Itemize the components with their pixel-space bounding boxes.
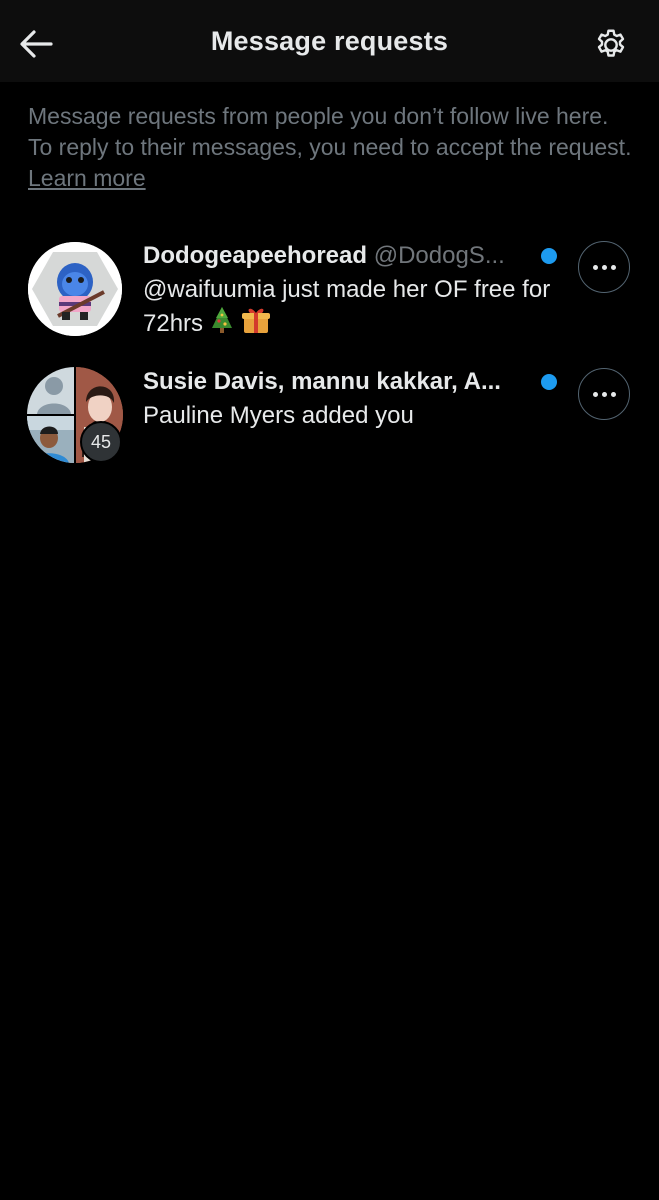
avatar[interactable] bbox=[28, 242, 122, 336]
settings-button[interactable] bbox=[588, 22, 634, 68]
info-description: Message requests from people you don’t f… bbox=[28, 103, 632, 160]
default-profile-icon bbox=[37, 377, 71, 414]
request-title: Dodogeapeehoread @DodogS... bbox=[143, 240, 523, 272]
info-text: Message requests from people you don’t f… bbox=[28, 101, 638, 194]
gift-icon bbox=[242, 308, 271, 333]
avatar-image bbox=[28, 242, 122, 336]
more-options-button[interactable] bbox=[578, 368, 630, 420]
message-preview: @waifuumia just made her OF free for 72h… bbox=[143, 273, 553, 340]
top-bar: Message requests bbox=[0, 0, 659, 82]
learn-more-link[interactable]: Learn more bbox=[28, 165, 146, 191]
participant-photo bbox=[27, 416, 74, 463]
more-icon bbox=[592, 391, 616, 397]
unread-indicator bbox=[541, 248, 557, 264]
unread-indicator bbox=[541, 374, 557, 390]
more-icon bbox=[592, 264, 616, 270]
participant-avatar-default bbox=[27, 367, 74, 414]
participant-avatar-photo bbox=[27, 416, 74, 463]
christmas-tree-icon bbox=[212, 307, 233, 333]
message-text: @waifuumia just made her OF free for 72h… bbox=[143, 276, 551, 337]
page-title: Message requests bbox=[210, 26, 449, 56]
request-title: Susie Davis, mannu kakkar, A... bbox=[143, 366, 523, 398]
sender-name: Dodogeapeehoread bbox=[143, 242, 368, 269]
message-preview: Pauline Myers added you bbox=[143, 402, 414, 429]
message-request-item[interactable]: Dodogeapeehoread @DodogS... @waifuumia j… bbox=[0, 232, 659, 342]
more-options-button[interactable] bbox=[578, 241, 630, 293]
sender-handle: @DodogS... bbox=[373, 242, 505, 269]
gear-icon bbox=[597, 29, 625, 57]
participant-count-badge: 45 bbox=[80, 421, 122, 463]
group-participants: Susie Davis, mannu kakkar, A... bbox=[143, 368, 501, 395]
